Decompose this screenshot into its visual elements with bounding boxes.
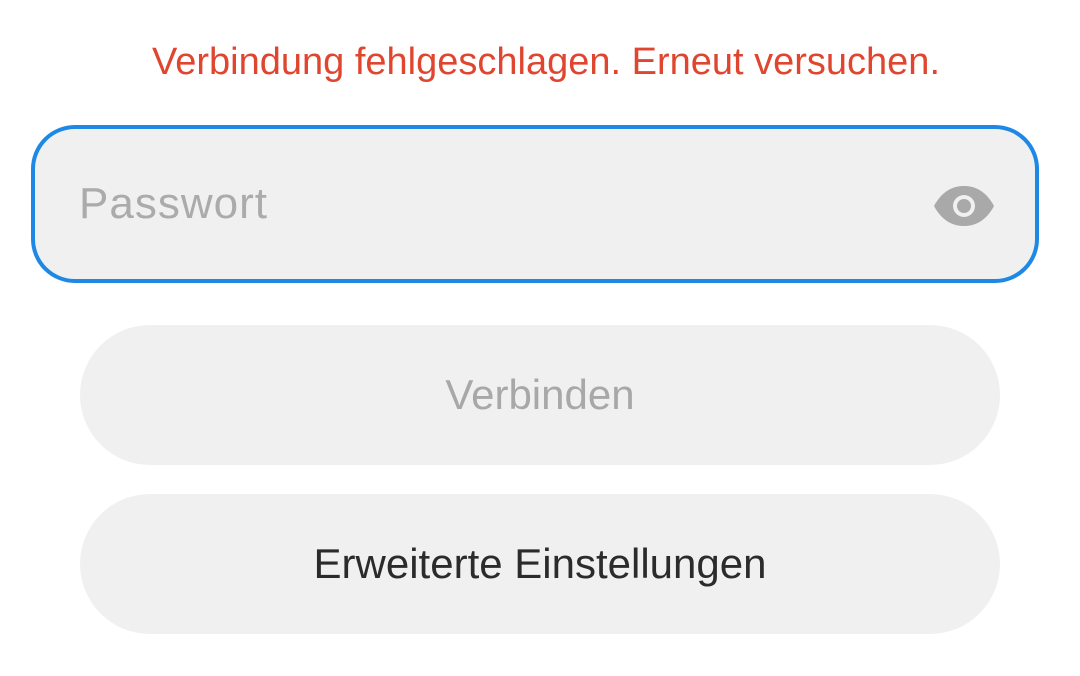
password-field[interactable] bbox=[31, 125, 1039, 283]
password-input[interactable] bbox=[79, 129, 899, 279]
advanced-settings-button[interactable]: Erweiterte Einstellungen bbox=[80, 494, 1000, 634]
connection-error-message: Verbindung fehlgeschlagen. Erneut versuc… bbox=[152, 41, 940, 83]
connect-button[interactable]: Verbinden bbox=[80, 325, 1000, 465]
eye-icon[interactable] bbox=[933, 185, 995, 227]
